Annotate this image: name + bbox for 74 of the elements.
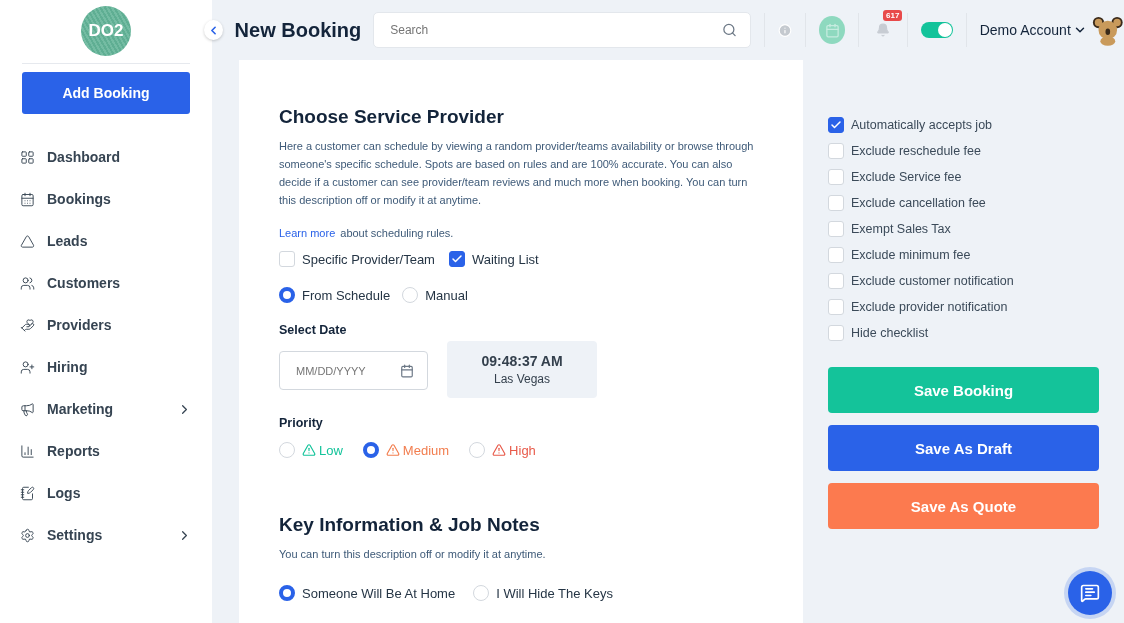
checkbox[interactable] (448, 251, 465, 267)
checkbox-option[interactable]: Specific Provider/Team (279, 251, 435, 267)
priority-label: Medium (385, 442, 450, 458)
users-icon (20, 275, 35, 291)
logo: DO2 (81, 6, 131, 56)
grid-icon (20, 149, 35, 165)
sidebar-item[interactable]: Reports (0, 430, 212, 472)
info-icon[interactable] (778, 22, 793, 38)
checkbox-option[interactable]: Exclude minimum fee (828, 242, 1099, 268)
clock-time: 09:48:37 AM (481, 353, 563, 369)
checkbox-option[interactable]: Exclude cancellation fee (828, 190, 1099, 216)
notification-badge: 617 (883, 10, 903, 21)
section-description: Here a customer can schedule by viewing a random provider/teams availability or browse through someone's specific schedule. Spots are based on rules and are 100% accurate. You can also decide if a customer can see provider/team reviews and much more when booking. You can turn this description off or modify it at anytime. (279, 139, 755, 208)
collapse-button[interactable] (204, 20, 223, 40)
add-booking-button[interactable]: Add Booking (22, 72, 190, 114)
checkbox-option[interactable]: Exempt Sales Tax (828, 216, 1099, 242)
sidebar-item[interactable]: Customers (0, 262, 212, 304)
date-field[interactable]: MM/DD/YYYY (279, 351, 428, 390)
account-menu[interactable]: Demo Account (979, 22, 1087, 38)
check-icon (450, 253, 463, 265)
sidebar-item[interactable]: Bookings (0, 178, 212, 220)
megaphone-icon (20, 401, 35, 417)
settings-icon (20, 527, 35, 543)
checkbox-option[interactable]: Waiting List (448, 251, 539, 267)
sidebar-item[interactable]: Dashboard (0, 136, 212, 178)
sidebar-item[interactable]: Leads (0, 220, 212, 262)
checkbox-option[interactable]: Exclude Service fee (828, 164, 1099, 190)
toggle-switch[interactable] (921, 22, 953, 38)
checkbox-option[interactable]: Exclude reschedule fee (828, 138, 1099, 164)
chat-button[interactable] (1068, 571, 1112, 615)
sidebar-item[interactable]: Hiring (0, 346, 212, 388)
priority-option[interactable]: High (469, 442, 536, 458)
chat-icon (1080, 583, 1100, 603)
checkbox-option[interactable]: Exclude customer notification (828, 268, 1099, 294)
warning-icon (302, 443, 316, 457)
sidebar-item[interactable]: Providers (0, 304, 212, 346)
calendar-icon[interactable] (400, 363, 414, 378)
calendar-icon (20, 191, 35, 207)
section-title: Key Information & Job Notes (279, 514, 541, 536)
calendar-icon (824, 22, 840, 38)
radio-option[interactable]: I Will Hide The Keys (473, 585, 613, 601)
field-label: Priority (279, 416, 324, 430)
action-button[interactable]: Save As Draft (828, 425, 1099, 471)
radio-option[interactable]: Manual (402, 287, 468, 303)
checkbox-option[interactable]: Exclude provider notification (828, 294, 1099, 320)
calendar-button[interactable] (819, 16, 846, 44)
section-description: You can turn this description off or modify it at anytime. (279, 547, 547, 562)
user-plus-icon (20, 359, 35, 375)
section-title: Choose Service Provider (279, 106, 505, 128)
sidebar-item[interactable]: Settings (0, 514, 212, 556)
warning-icon (385, 443, 400, 457)
sidebar-item[interactable]: Logs (0, 472, 212, 514)
radio-option[interactable]: From Schedule (279, 287, 391, 303)
triangle-icon (20, 233, 35, 249)
bar-chart-icon (20, 443, 35, 459)
field-label: Select Date (279, 323, 348, 337)
hand-icon (20, 317, 35, 333)
radio-option[interactable]: Someone Will Be At Home (279, 585, 456, 601)
search-field[interactable]: Search (373, 12, 752, 48)
checkbox-option[interactable]: Hide checklist (828, 320, 1099, 346)
warning-icon (492, 443, 507, 457)
bell-icon[interactable] (876, 23, 891, 37)
priority-label: High (492, 442, 536, 458)
search-icon[interactable] (722, 22, 738, 38)
notebook-icon (20, 485, 35, 501)
checkbox[interactable] (828, 117, 844, 133)
page-title: New Booking (234, 18, 362, 42)
priority-label: Low (302, 442, 343, 458)
checkbox-option[interactable]: Automatically accepts job (828, 112, 1099, 138)
check-icon (830, 119, 842, 131)
learn-more-link[interactable]: Learn more (279, 227, 336, 239)
sidebar-item[interactable]: Marketing (0, 388, 212, 430)
clock-city: Las Vegas (493, 372, 550, 386)
link-caption: about scheduling rules. (340, 227, 454, 239)
